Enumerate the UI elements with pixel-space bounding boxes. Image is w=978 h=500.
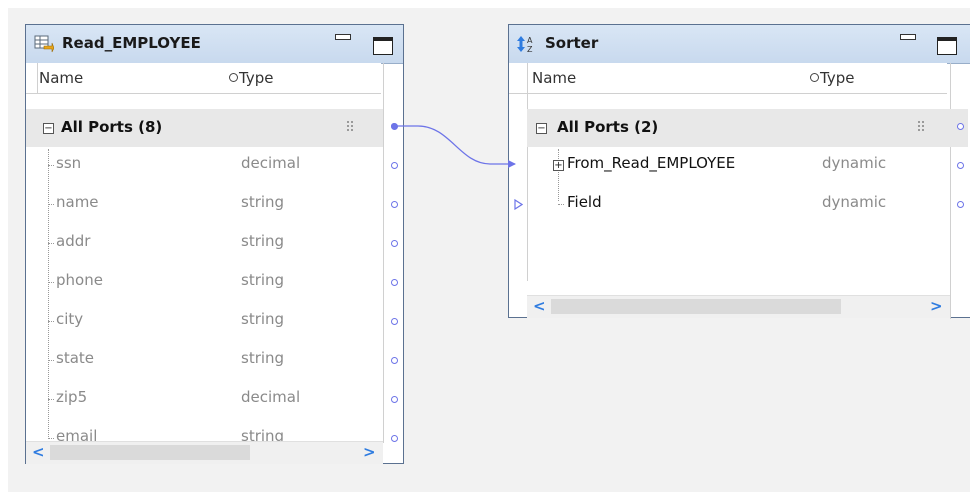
svg-text:A: A — [527, 36, 533, 45]
output-port[interactable] — [957, 162, 964, 169]
port-name: addr — [56, 232, 91, 250]
column-name-header[interactable]: Name — [39, 69, 83, 87]
port-name: phone — [56, 271, 103, 289]
group-label: All Ports (2) — [557, 118, 659, 136]
port-row[interactable]: name string — [26, 184, 383, 222]
tree-tick — [48, 321, 54, 322]
tree-tick — [48, 165, 54, 166]
tree-tick — [48, 399, 54, 400]
read-employee-title-bar[interactable]: Read_EMPLOYEE — [26, 25, 403, 64]
column-divider — [527, 63, 528, 93]
output-port[interactable] — [391, 279, 398, 286]
tree-tick — [48, 243, 54, 244]
output-port[interactable] — [391, 357, 398, 364]
output-port[interactable] — [391, 240, 398, 247]
sorter-transformation[interactable]: A Z Sorter Name Type − All Ports (2) + F… — [508, 24, 970, 319]
tree-tick — [558, 204, 564, 205]
port-row[interactable]: Field dynamic — [527, 184, 947, 222]
output-port[interactable] — [957, 201, 964, 208]
output-port[interactable] — [391, 318, 398, 325]
tree-tick — [48, 282, 54, 283]
port-row[interactable]: + From_Read_EMPLOYEE dynamic — [527, 145, 947, 183]
column-type-header[interactable]: Type — [820, 69, 854, 87]
port-type: string — [241, 232, 285, 250]
expand-icon[interactable]: + — [553, 160, 564, 171]
tree-tick — [48, 204, 54, 205]
output-port[interactable] — [391, 201, 398, 208]
output-port[interactable] — [391, 435, 398, 442]
svg-text:Z: Z — [527, 45, 533, 53]
sorter-group-row[interactable]: − All Ports (2) — [527, 109, 968, 147]
group-label: All Ports (8) — [61, 118, 163, 136]
column-divider — [37, 63, 38, 93]
column-sort-icon — [229, 73, 238, 82]
port-row[interactable]: addr string — [26, 223, 383, 261]
sorter-title-bar[interactable]: A Z Sorter — [509, 25, 970, 64]
port-name: name — [56, 193, 99, 211]
collapse-icon[interactable]: − — [536, 123, 547, 134]
scroll-right-icon[interactable]: > — [930, 297, 943, 315]
scroll-thumb[interactable] — [50, 445, 250, 460]
maximize-icon[interactable] — [937, 37, 957, 55]
port-row[interactable]: ssn decimal — [26, 145, 383, 183]
scroll-left-icon[interactable]: < — [533, 297, 546, 315]
tree-tick — [48, 360, 54, 361]
port-name: city — [56, 310, 84, 328]
minimize-icon[interactable] — [900, 34, 916, 40]
column-name-header[interactable]: Name — [532, 69, 576, 87]
port-name: ssn — [56, 154, 82, 172]
mapping-canvas[interactable]: Read_EMPLOYEE Name Type − All Ports (8) — [0, 0, 978, 500]
port-link[interactable] — [390, 118, 530, 178]
port-name: Field — [567, 193, 602, 211]
horizontal-scrollbar[interactable]: < > — [26, 441, 383, 464]
port-type: string — [241, 310, 285, 328]
column-sort-icon — [810, 73, 819, 82]
grip-handle-icon[interactable] — [347, 121, 355, 135]
sorter-column-header: Name Type — [509, 63, 947, 94]
port-type: string — [241, 349, 285, 367]
scroll-thumb[interactable] — [551, 299, 841, 314]
port-row[interactable]: phone string — [26, 262, 383, 300]
input-port-arrow-icon[interactable] — [514, 199, 523, 210]
port-gutter-divider — [383, 63, 384, 443]
read-employee-group-row[interactable]: − All Ports (8) — [26, 109, 383, 147]
read-employee-column-header: Name Type — [26, 63, 381, 94]
group-output-port[interactable] — [957, 123, 964, 130]
maximize-icon[interactable] — [373, 37, 393, 55]
port-row[interactable]: zip5 decimal — [26, 379, 383, 417]
port-type: dynamic — [822, 154, 887, 172]
port-row[interactable]: state string — [26, 340, 383, 378]
column-type-header[interactable]: Type — [239, 69, 273, 87]
scroll-right-icon[interactable]: > — [363, 443, 376, 461]
port-type: string — [241, 193, 285, 211]
port-type: decimal — [241, 154, 301, 172]
sort-az-icon: A Z — [517, 36, 533, 53]
tree-tick — [48, 438, 54, 439]
read-employee-transformation[interactable]: Read_EMPLOYEE Name Type − All Ports (8) — [25, 24, 404, 464]
port-name: zip5 — [56, 388, 88, 406]
read-source-icon — [34, 35, 54, 53]
sorter-title: Sorter — [545, 34, 599, 52]
collapse-icon[interactable]: − — [43, 123, 54, 134]
port-name: state — [56, 349, 94, 367]
minimize-icon[interactable] — [335, 34, 351, 40]
scroll-left-icon[interactable]: < — [32, 443, 45, 461]
grip-handle-icon[interactable] — [918, 121, 926, 135]
output-port[interactable] — [391, 396, 398, 403]
port-type: dynamic — [822, 193, 887, 211]
port-type: decimal — [241, 388, 301, 406]
port-gutter-divider — [950, 63, 951, 319]
port-type: string — [241, 271, 285, 289]
port-name: From_Read_EMPLOYEE — [567, 154, 736, 172]
port-row[interactable]: city string — [26, 301, 383, 339]
horizontal-scrollbar[interactable]: < > — [527, 295, 950, 318]
read-employee-title: Read_EMPLOYEE — [62, 34, 201, 52]
